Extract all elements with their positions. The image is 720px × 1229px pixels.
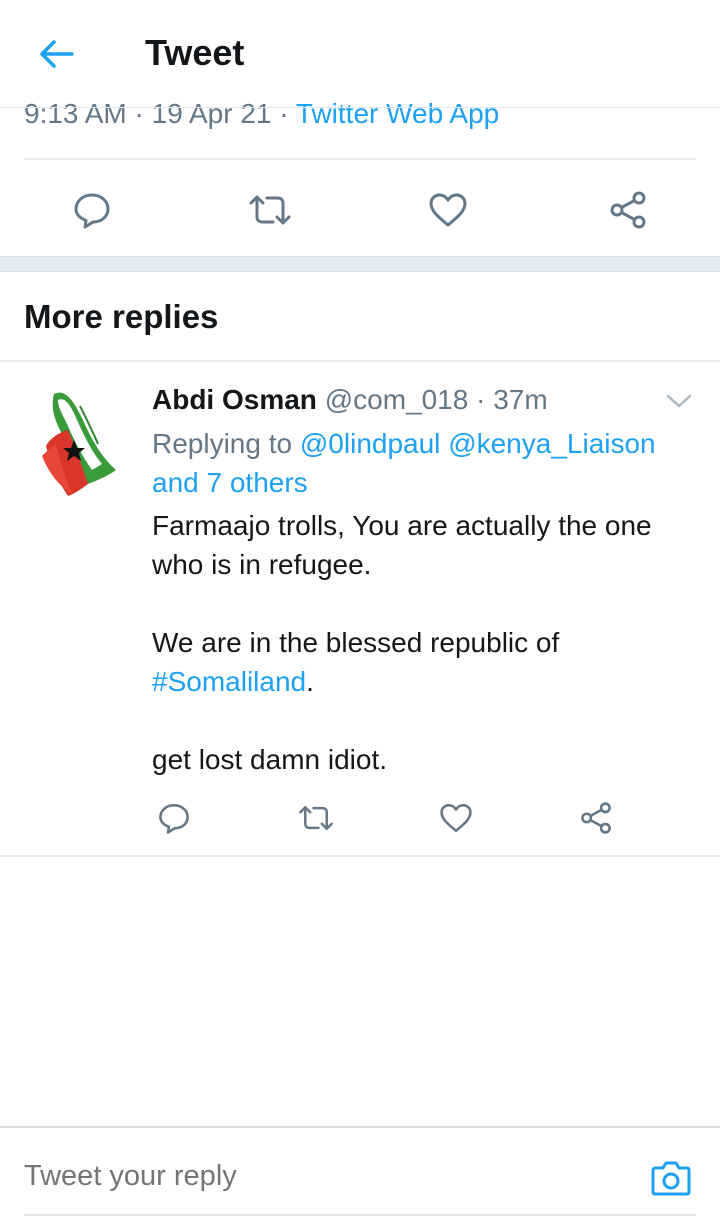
reply-body: Farmaajo trolls, You are actually the on… xyxy=(152,506,702,779)
chevron-down-icon xyxy=(666,394,692,408)
body-line: We are in the blessed republic of xyxy=(152,627,560,658)
share-button[interactable] xyxy=(602,184,654,236)
like-icon xyxy=(440,803,472,833)
like-button[interactable] xyxy=(434,796,478,840)
share-button[interactable] xyxy=(574,796,618,840)
page-title-overlay: Tweet xyxy=(145,32,245,73)
reply-input[interactable] xyxy=(24,1160,624,1193)
reply-icon xyxy=(74,193,110,229)
reply-icon xyxy=(159,803,189,834)
retweet-icon xyxy=(249,195,291,225)
body-line: who is in refugee. xyxy=(152,549,372,580)
tweet-source-link[interactable]: Twitter Web App xyxy=(296,98,499,129)
share-icon xyxy=(581,802,611,834)
replying-to: Replying to @0lindpaul @kenya_Liaison an… xyxy=(152,428,656,498)
reply-button[interactable] xyxy=(152,796,196,840)
top-app-bar: Tweet xyxy=(0,0,720,108)
reply-button[interactable] xyxy=(66,184,118,236)
camera-icon xyxy=(651,1161,691,1196)
somaliland-flag-avatar xyxy=(42,392,116,496)
avatar[interactable] xyxy=(36,384,120,498)
mention-link[interactable]: @kenya_Liaison xyxy=(448,428,655,459)
like-button[interactable] xyxy=(422,184,474,236)
more-replies-heading: More replies xyxy=(24,298,219,335)
composer-underline xyxy=(24,1214,696,1216)
composer-divider xyxy=(0,1126,720,1128)
like-icon xyxy=(429,193,467,227)
reply-author-handle[interactable]: @com_018 xyxy=(325,384,469,415)
share-icon xyxy=(610,191,646,229)
reply-divider xyxy=(0,855,720,857)
tweet-date: 19 Apr 21 xyxy=(151,98,272,129)
hashtag-link[interactable]: #Somaliland xyxy=(152,666,306,697)
hashtag-line: #Somaliland. xyxy=(152,666,314,697)
body-line: Farmaajo trolls, You are actually the on… xyxy=(152,510,652,541)
arrow-left-icon xyxy=(40,40,74,68)
header-divider xyxy=(0,107,720,108)
others-link[interactable]: and 7 others xyxy=(152,467,308,498)
body-line: get lost damn idiot. xyxy=(152,744,388,775)
more-replies-divider xyxy=(0,360,720,362)
retweet-button[interactable] xyxy=(294,796,338,840)
reply-action-bar xyxy=(0,796,720,840)
camera-button[interactable] xyxy=(649,1156,693,1200)
back-button-overlay[interactable] xyxy=(36,34,76,74)
reply-timestamp: 37m xyxy=(493,384,548,415)
tweet-time: 9:13 AM xyxy=(24,98,127,129)
section-separator xyxy=(0,256,720,272)
retweet-icon xyxy=(299,806,333,830)
tweet-options-button[interactable] xyxy=(664,390,694,412)
meta-divider xyxy=(24,158,696,160)
reply-author-name[interactable]: Abdi Osman xyxy=(152,384,317,415)
reply-header: Abdi Osman @com_018 · 37m xyxy=(152,384,548,415)
tweet-action-bar xyxy=(0,184,720,236)
tweet-timestamp: 9:13 AM · 19 Apr 21 · Twitter Web App xyxy=(24,98,500,129)
mention-link[interactable]: @0lindpaul xyxy=(300,428,441,459)
retweet-button[interactable] xyxy=(244,184,296,236)
